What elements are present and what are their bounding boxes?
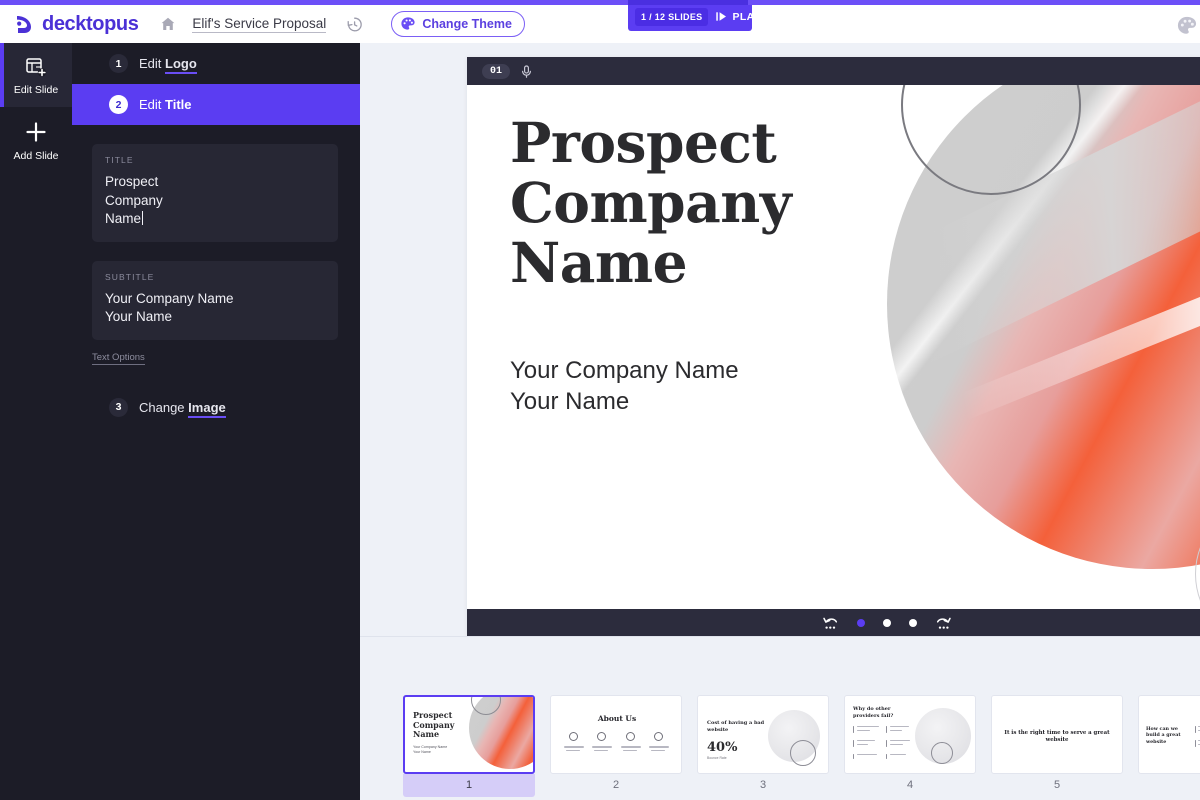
corner-palette-icon[interactable]	[1176, 15, 1198, 37]
subtitle-input[interactable]: Your Company Name Your Name	[105, 290, 325, 327]
step-number: 2	[109, 95, 128, 114]
play-button[interactable]: PLAY	[715, 10, 761, 23]
thumbnail-slide-6[interactable]: How can we build a great website 6	[1138, 695, 1200, 797]
slide-dot-1[interactable]	[857, 619, 865, 627]
change-theme-label: Change Theme	[422, 17, 512, 31]
thumbnail-number: 1	[403, 774, 535, 797]
thumbnail-strip: Prospect Company Name Your Company Name …	[360, 636, 1200, 800]
thumbnail-preview: How can we build a great website	[1138, 695, 1200, 774]
history-clock-icon[interactable]	[346, 16, 363, 33]
step-emphasis: Image	[188, 399, 226, 418]
thumbnail-preview: It is the right time to serve a great we…	[991, 695, 1123, 774]
left-rail: Edit Slide Add Slide	[0, 43, 72, 800]
brand-name: decktopus	[42, 12, 139, 35]
workspace: 01 Prospect Company Name Your Company Na…	[360, 43, 1200, 800]
thumbnail-title: Cost of having a bad website	[707, 720, 765, 733]
thumbnail-number: 2	[612, 779, 620, 791]
step-edit-logo[interactable]: 1 Edit Logo	[72, 43, 360, 84]
thumbnail-title: Why do other providers fail?	[853, 706, 894, 719]
thumbnail-preview: Cost of having a bad website 40% Bounce …	[697, 695, 829, 774]
app-header: decktopus Elif's Service Proposal Change…	[0, 5, 1200, 43]
plus-icon	[24, 120, 48, 144]
thumb-bullet-circle-icon	[654, 732, 663, 741]
undo-icon[interactable]	[822, 615, 839, 631]
thumb-bullet-circle-icon	[626, 732, 635, 741]
rail-item-add-slide[interactable]: Add Slide	[0, 107, 72, 173]
thumbnail-number: 6	[1138, 774, 1200, 797]
thumbnail-slide-2[interactable]: About Us 2	[550, 695, 682, 797]
palette-icon	[400, 16, 416, 32]
step-prefix: Edit	[139, 97, 162, 112]
thumbnail-title: It is the right time to serve a great we…	[1004, 730, 1110, 743]
slide-stage: 01 Prospect Company Name Your Company Na…	[467, 57, 1200, 637]
step-edit-title[interactable]: 2 Edit Title	[72, 84, 360, 125]
document-title[interactable]: Elif's Service Proposal	[192, 16, 327, 33]
slide-number-badge: 01	[482, 63, 511, 79]
title-field-label: TITLE	[105, 155, 134, 165]
page-load-progress-bar	[0, 0, 1200, 5]
thumbnail-preview: Prospect Company Name Your Company Name …	[403, 695, 535, 774]
slide-subtitle-text[interactable]: Your Company Name Your Name	[510, 355, 739, 417]
microphone-icon[interactable]	[519, 64, 534, 79]
play-label: PLAY	[732, 10, 762, 23]
slide-toolbar-bottom	[467, 609, 1200, 637]
step-emphasis: Logo	[165, 56, 197, 74]
text-caret	[142, 211, 144, 225]
presentation-controls: 1 / 12 SLIDES PLAY	[628, 2, 761, 31]
step-change-image[interactable]: 3 Change Image	[72, 387, 360, 428]
slide-dot-2[interactable]	[883, 619, 891, 627]
step-label: Change Image	[139, 399, 226, 418]
thumbnail-stat-caption: Bounce Rate	[707, 756, 727, 760]
step-number: 3	[109, 397, 128, 417]
thumbnail-slide-3[interactable]: Cost of having a bad website 40% Bounce …	[697, 695, 829, 797]
slide-dot-3[interactable]	[909, 619, 917, 627]
step-label: Edit Logo	[139, 56, 197, 74]
thumbnail-slide-1[interactable]: Prospect Company Name Your Company Name …	[403, 695, 535, 797]
edit-slide-icon	[25, 56, 47, 78]
decktopus-editor: decktopus Elif's Service Proposal Change…	[0, 0, 1200, 800]
title-input[interactable]: Prospect Company Name	[105, 173, 325, 229]
thumbnail-preview: About Us	[550, 695, 682, 774]
step-number: 1	[109, 54, 128, 73]
play-icon	[715, 10, 728, 23]
thumb-ring-icon	[931, 742, 953, 764]
decktopus-mark-icon	[14, 14, 35, 35]
rail-item-edit-slide[interactable]: Edit Slide	[0, 43, 72, 107]
rail-item-label: Edit Slide	[13, 84, 59, 96]
thumbnail-number: 5	[1053, 779, 1061, 791]
brand-logo[interactable]: decktopus	[14, 12, 139, 36]
thumbnail-title: How can we build a great website	[1146, 726, 1181, 745]
slide-canvas[interactable]: Prospect Company Name Your Company Name …	[467, 85, 1200, 609]
text-options-link[interactable]: Text Options	[92, 352, 145, 365]
slide-counter: 1 / 12 SLIDES	[635, 7, 709, 26]
thumbnail-number: 4	[906, 779, 914, 791]
step-label: Edit Title	[139, 97, 192, 112]
step-prefix: Change	[139, 399, 185, 415]
thumbnail-list: Prospect Company Name Your Company Name …	[403, 695, 1200, 797]
slide-toolbar-top: 01	[467, 57, 1200, 85]
subtitle-field-label: SUBTITLE	[105, 271, 155, 282]
slide-editor-panel: 1 Edit Logo 2 Edit Title TITLE Prospect …	[72, 43, 360, 800]
thumbnail-preview: Why do other providers fail?	[844, 695, 976, 774]
thumbnail-stat: 40%	[707, 740, 738, 755]
step-prefix: Edit	[139, 56, 162, 71]
subtitle-field[interactable]: SUBTITLE Your Company Name Your Name	[92, 260, 338, 340]
thumbnail-slide-4[interactable]: Why do other providers fail? 4	[844, 695, 976, 797]
change-theme-button[interactable]: Change Theme	[391, 11, 525, 37]
progress-chunk	[628, 0, 748, 5]
title-field[interactable]: TITLE Prospect Company Name	[92, 144, 338, 242]
thumbnail-subtitle: Your Company Name Your Name	[413, 745, 448, 755]
slide-title-text[interactable]: Prospect Company Name	[510, 113, 792, 293]
step-emphasis: Title	[165, 97, 192, 112]
thumbnail-slide-5[interactable]: It is the right time to serve a great we…	[991, 695, 1123, 797]
thumbnail-title: About Us	[597, 714, 637, 723]
thumbnail-number: 3	[759, 779, 767, 791]
thumbnail-title: Prospect Company Name	[413, 710, 455, 739]
redo-icon[interactable]	[935, 615, 952, 631]
thumb-bullet-circle-icon	[597, 732, 606, 741]
thumb-ring-icon	[790, 740, 816, 766]
rail-item-label: Add Slide	[13, 150, 59, 162]
thumb-bullet-circle-icon	[569, 732, 578, 741]
home-icon[interactable]	[160, 16, 176, 32]
